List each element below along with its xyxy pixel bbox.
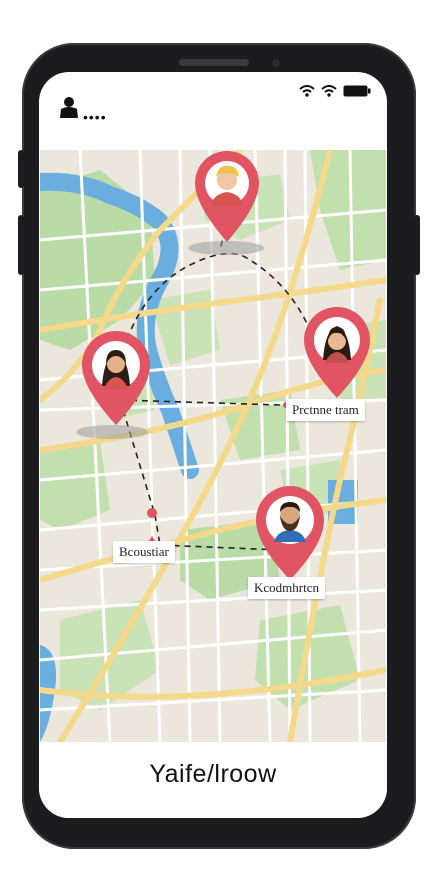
map-label-text: Kcodmhrtcn: [254, 580, 319, 595]
power-button: [414, 215, 420, 275]
map-canvas[interactable]: [40, 150, 386, 742]
signal-dots: ••••: [83, 109, 107, 125]
map-label-right-pin[interactable]: Prctnne tram: [286, 399, 365, 421]
map-label-left-lower[interactable]: Bcoustiar: [113, 541, 175, 563]
map-label-text: Bcoustiar: [119, 544, 169, 559]
map-label-bottom-pin[interactable]: Kcodmhrtcn: [248, 577, 325, 599]
silent-switch: [18, 150, 24, 188]
wifi-icon: [299, 84, 315, 102]
app-title: Yaife/lroow: [149, 760, 277, 788]
bottom-bar: Yaife/lroow: [39, 742, 387, 818]
volume-button: [18, 215, 24, 275]
map-label-text: Prctnne tram: [292, 402, 359, 417]
front-camera: [272, 59, 280, 67]
earpiece-speaker: [179, 59, 249, 66]
status-bar: ••••: [39, 72, 387, 150]
app-screen: •••• Prctnne tram Bcoustiar Kcodmhrtcn Y…: [39, 72, 387, 818]
route-marker-dot[interactable]: [147, 508, 157, 518]
battery-icon: [343, 84, 371, 102]
person-icon: [59, 96, 79, 123]
map-view[interactable]: Prctnne tram Bcoustiar Kcodmhrtcn: [40, 150, 386, 742]
wifi-icon: [321, 84, 337, 102]
